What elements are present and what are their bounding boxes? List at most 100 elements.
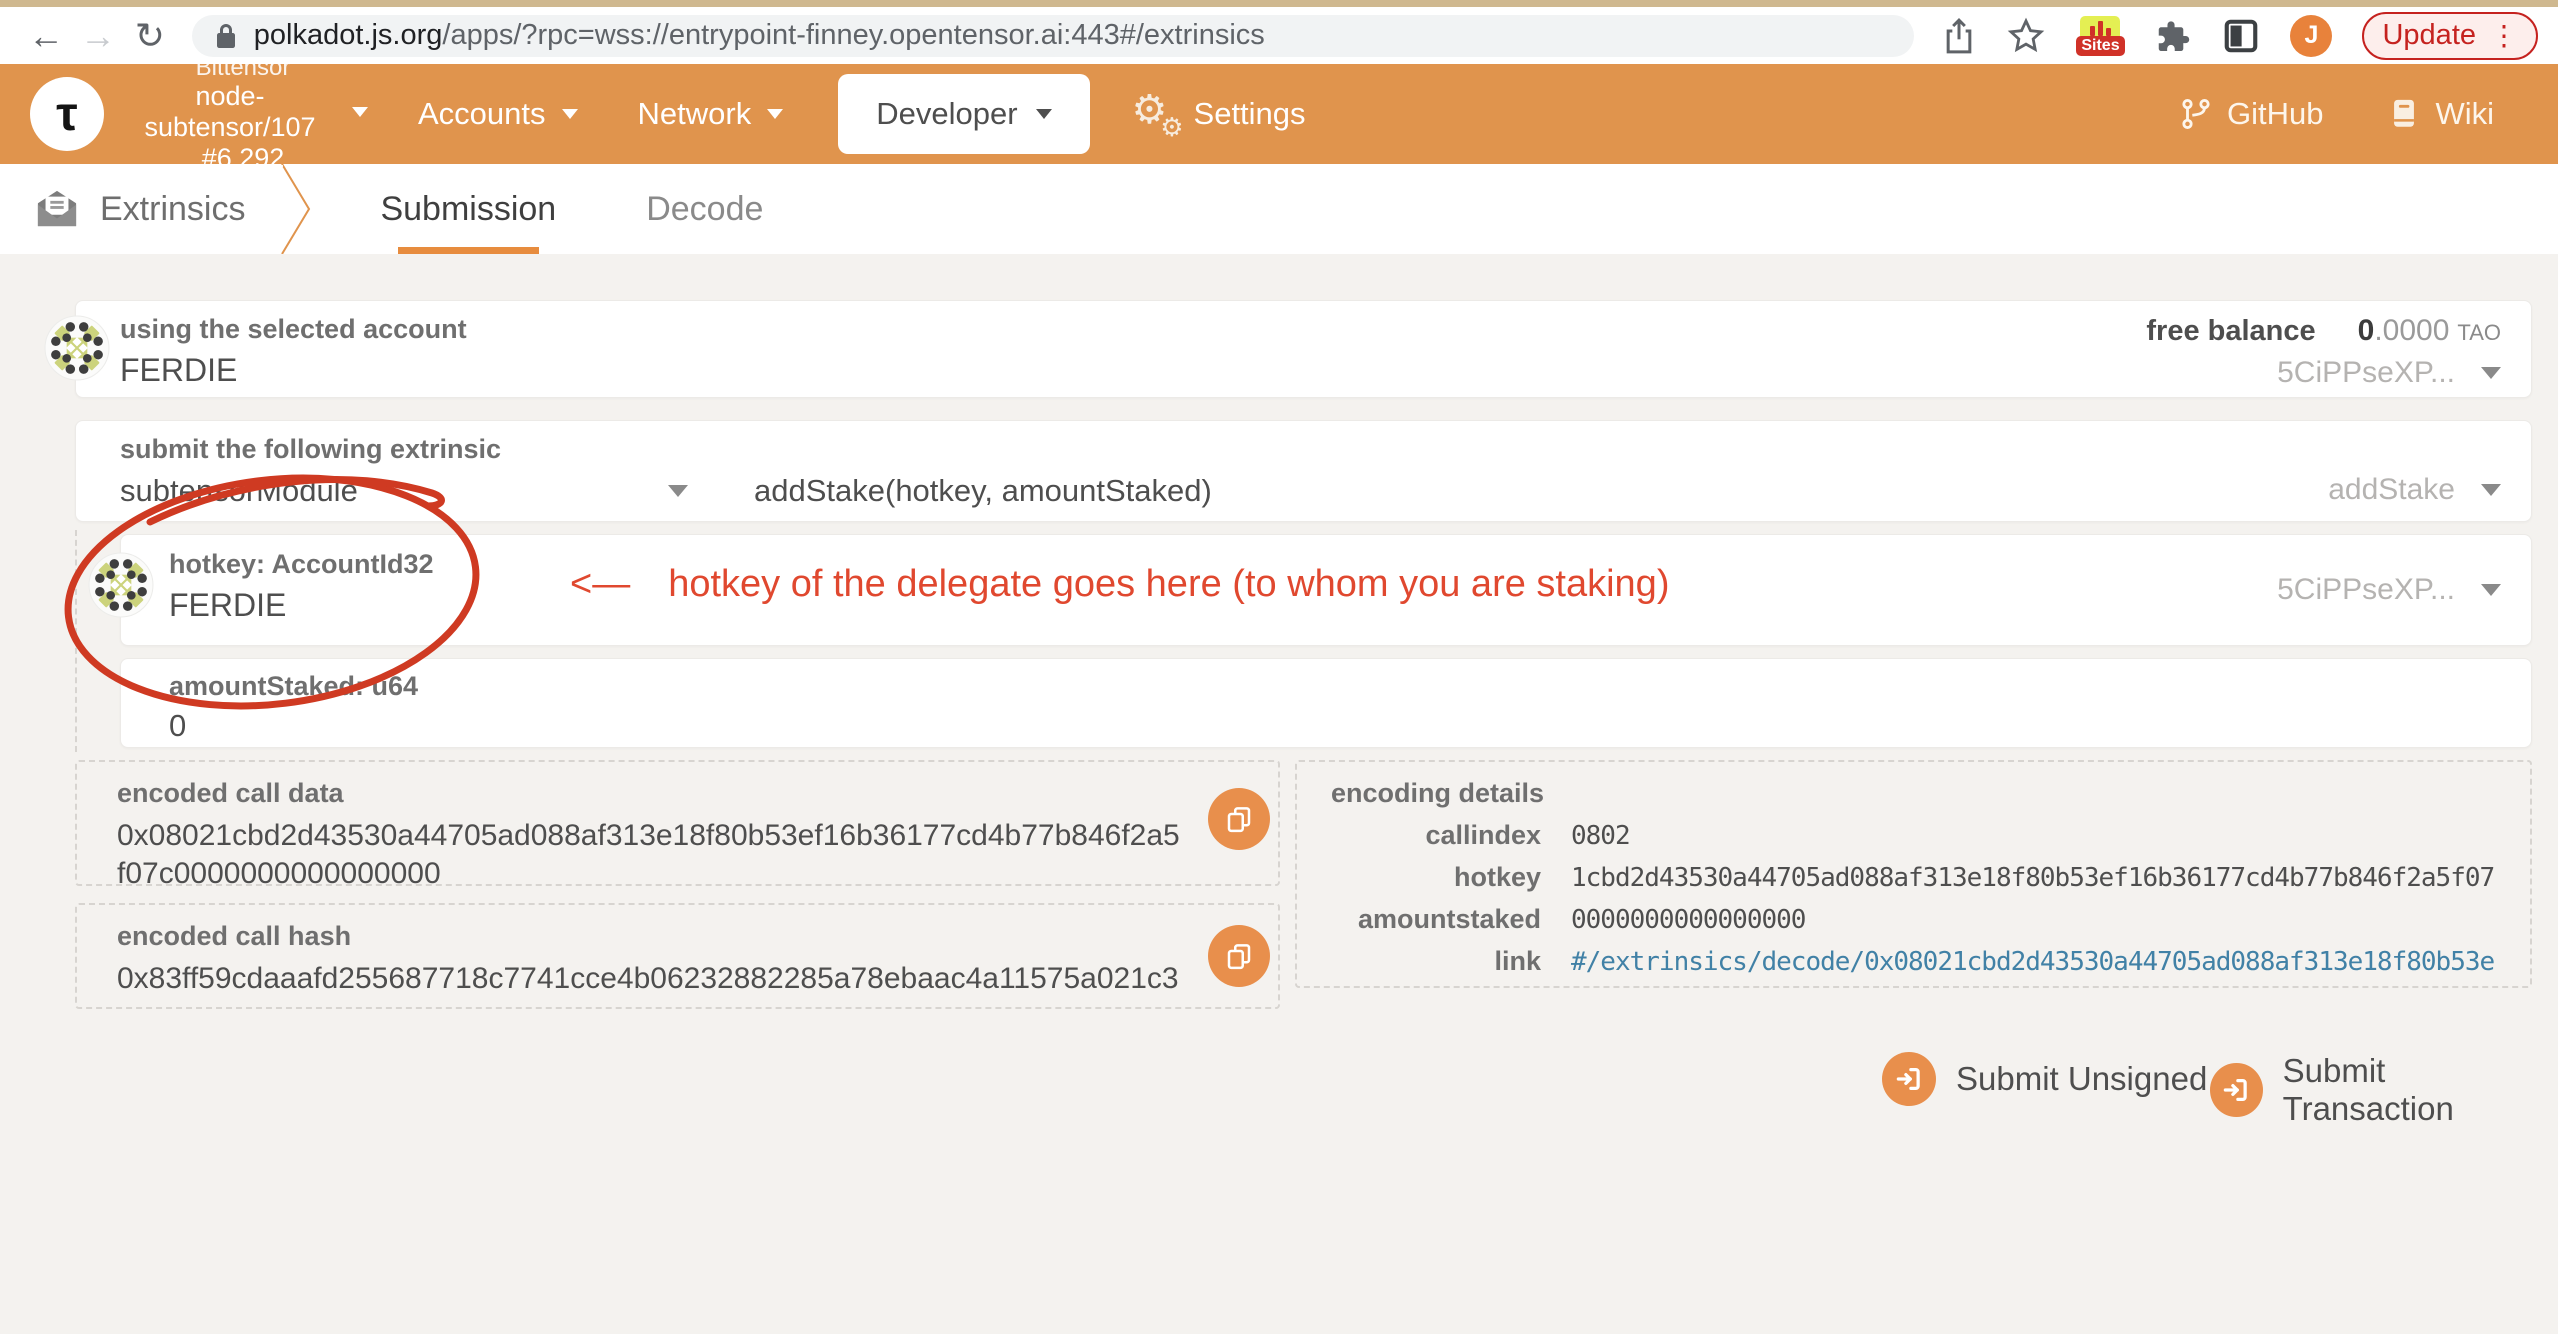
module-select[interactable]: subtensorModule <box>120 473 668 509</box>
bittensor-logo[interactable]: τ <box>30 77 104 151</box>
app-header: τ Bittensor node-subtensor/107 #6,292 Ac… <box>0 64 2558 164</box>
account-identicon[interactable] <box>44 315 110 381</box>
copy-call-hash-button[interactable] <box>1208 925 1270 987</box>
encoded-call-hash-value: 0x83ff59cdaaafd255687718c7741cce4b062328… <box>117 960 1187 998</box>
share-icon[interactable] <box>1942 16 1976 56</box>
submit-transaction-label: Submit Transaction <box>2283 1052 2558 1128</box>
extrinsics-section-label: Extrinsics <box>100 190 245 229</box>
hotkey-hex-label: hotkey <box>1331 862 1541 893</box>
reload-button[interactable]: ↻ <box>124 15 176 57</box>
copy-icon <box>1224 804 1254 834</box>
profile-avatar[interactable]: J <box>2290 15 2332 57</box>
details-row-link: link #/extrinsics/decode/0x08021cbd2d435… <box>1331 946 2496 977</box>
account-selector-right: free balance 0.0000 TAO 5CiPPseXP... <box>2146 314 2501 397</box>
network-caret-icon <box>767 109 783 119</box>
callindex-value: 0802 <box>1571 821 2496 851</box>
hotkey-dropdown-caret-icon <box>2481 584 2501 596</box>
hotkey-identicon[interactable] <box>88 552 154 618</box>
details-row-hotkey: hotkey 1cbd2d43530a44705ad088af313e18f80… <box>1331 862 2496 893</box>
back-button[interactable]: ← <box>20 15 72 57</box>
amount-param-input[interactable]: 0 <box>169 708 2501 744</box>
account-selector-card[interactable]: using the selected account FERDIE free b… <box>75 300 2532 398</box>
forward-button[interactable]: → <box>72 15 124 57</box>
encoded-call-data-label: encoded call data <box>117 778 1238 809</box>
sign-in-icon <box>2210 1063 2263 1117</box>
amount-param-label: amountStaked: u64 <box>169 671 2501 702</box>
developer-caret-icon <box>1036 109 1052 119</box>
copy-icon <box>1224 941 1254 971</box>
page-tabbar: Extrinsics Submission Decode <box>0 164 2558 254</box>
module-caret-icon[interactable] <box>668 485 688 497</box>
toolbar-right-icons: Sites J Update ⋮ <box>1942 12 2538 60</box>
encoding-details-title: encoding details <box>1331 778 2496 809</box>
tab-decode[interactable]: Decode <box>646 164 763 254</box>
tab-submission-label: Submission <box>380 190 556 229</box>
hotkey-address-dropdown[interactable]: 5CiPPseXP... <box>2277 573 2501 607</box>
tab-decode-label: Decode <box>646 190 763 229</box>
account-address-dropdown[interactable]: 5CiPPseXP... <box>2146 356 2501 390</box>
extensions-puzzle-icon[interactable] <box>2154 17 2192 55</box>
balance-integer: 0 <box>2358 314 2375 347</box>
nav-accounts[interactable]: Accounts <box>418 96 578 132</box>
details-row-callindex: callindex 0802 <box>1331 820 2496 851</box>
browser-menu-dots-icon[interactable]: ⋮ <box>2490 19 2518 52</box>
amountstaked-hex-label: amountstaked <box>1331 904 1541 935</box>
bookmark-star-icon[interactable] <box>2006 16 2046 56</box>
hotkey-address-short: 5CiPPseXP... <box>2277 573 2455 607</box>
hotkey-param-value: FERDIE <box>169 587 2501 624</box>
account-dropdown-caret-icon <box>2481 367 2501 379</box>
tab-submission[interactable]: Submission <box>380 164 556 254</box>
nav-settings[interactable]: ⚙ ⚙ Settings <box>1132 89 1306 139</box>
sign-in-icon <box>1882 1052 1936 1106</box>
account-selector-left: using the selected account FERDIE <box>120 314 467 397</box>
encoded-call-hash-label: encoded call hash <box>117 921 1238 952</box>
chain-info[interactable]: Bittensor node-subtensor/107 #6,292 <box>118 54 368 175</box>
update-button-label: Update <box>2382 19 2476 52</box>
balance-unit: TAO <box>2457 320 2501 345</box>
side-panel-icon[interactable] <box>2222 17 2260 55</box>
github-link[interactable]: GitHub <box>2179 95 2323 133</box>
submit-unsigned-button[interactable]: Submit Unsigned <box>1882 1052 2207 1106</box>
details-row-amountstaked: amountstaked 0000000000000000 <box>1331 904 2496 935</box>
balance-fraction: .0000 <box>2374 314 2449 347</box>
method-short-label: addStake <box>2328 473 2455 507</box>
account-selector-label: using the selected account <box>120 314 467 345</box>
url-text: polkadot.js.org/apps/?rpc=wss://entrypoi… <box>254 19 1265 52</box>
github-link-label: GitHub <box>2227 96 2323 132</box>
sites-extension-icon[interactable]: Sites <box>2076 16 2124 56</box>
git-branch-icon <box>2179 95 2213 133</box>
hotkey-hex-value: 1cbd2d43530a44705ad088af313e18f80b53ef16… <box>1571 863 2496 893</box>
chain-caret-icon <box>352 107 368 117</box>
nav-settings-label: Settings <box>1194 96 1306 132</box>
method-signature[interactable]: addStake(hotkey, amountStaked) <box>754 473 1212 509</box>
decode-link-label: link <box>1331 946 1541 977</box>
submit-unsigned-label: Submit Unsigned <box>1956 1060 2207 1098</box>
nav-network[interactable]: Network <box>638 96 784 132</box>
wiki-link-label: Wiki <box>2435 96 2494 132</box>
accounts-caret-icon <box>562 109 578 119</box>
submit-transaction-button[interactable]: Submit Transaction <box>2210 1052 2558 1128</box>
copy-call-data-button[interactable] <box>1208 788 1270 850</box>
browser-chrome: ← → ↻ polkadot.js.org/apps/?rpc=wss://en… <box>0 0 2558 64</box>
encoded-call-hash-box: encoded call hash 0x83ff59cdaaafd2556877… <box>75 903 1280 1009</box>
encoded-call-data-value: 0x08021cbd2d43530a44705ad088af313e18f80b… <box>117 817 1187 893</box>
nav-network-label: Network <box>638 96 752 132</box>
nav-developer-label: Developer <box>876 96 1017 132</box>
encoded-call-data-box: encoded call data 0x08021cbd2d43530a4470… <box>75 760 1280 886</box>
free-balance-label: free balance <box>2146 315 2315 347</box>
address-bar[interactable]: polkadot.js.org/apps/?rpc=wss://entrypoi… <box>192 15 1915 57</box>
wiki-link[interactable]: Wiki <box>2387 96 2494 132</box>
extrinsic-selector-card: submit the following extrinsic subtensor… <box>75 420 2532 522</box>
callindex-label: callindex <box>1331 820 1541 851</box>
wiki-book-icon <box>2387 96 2421 132</box>
hotkey-param-card[interactable]: hotkey: AccountId32 FERDIE 5CiPPseXP... <box>120 534 2532 646</box>
extrinsics-envelope-icon <box>34 188 80 230</box>
method-select-dropdown[interactable]: addStake <box>2328 473 2501 507</box>
decode-link[interactable]: #/extrinsics/decode/0x08021cbd2d43530a44… <box>1571 947 2496 977</box>
update-button[interactable]: Update ⋮ <box>2362 12 2538 60</box>
sites-extension-label: Sites <box>2076 36 2124 56</box>
extrinsic-selector-label: submit the following extrinsic <box>120 434 2501 465</box>
nav-developer[interactable]: Developer <box>838 74 1089 154</box>
window-top-strip <box>0 0 2558 7</box>
amount-param-card[interactable]: amountStaked: u64 0 <box>120 658 2532 748</box>
